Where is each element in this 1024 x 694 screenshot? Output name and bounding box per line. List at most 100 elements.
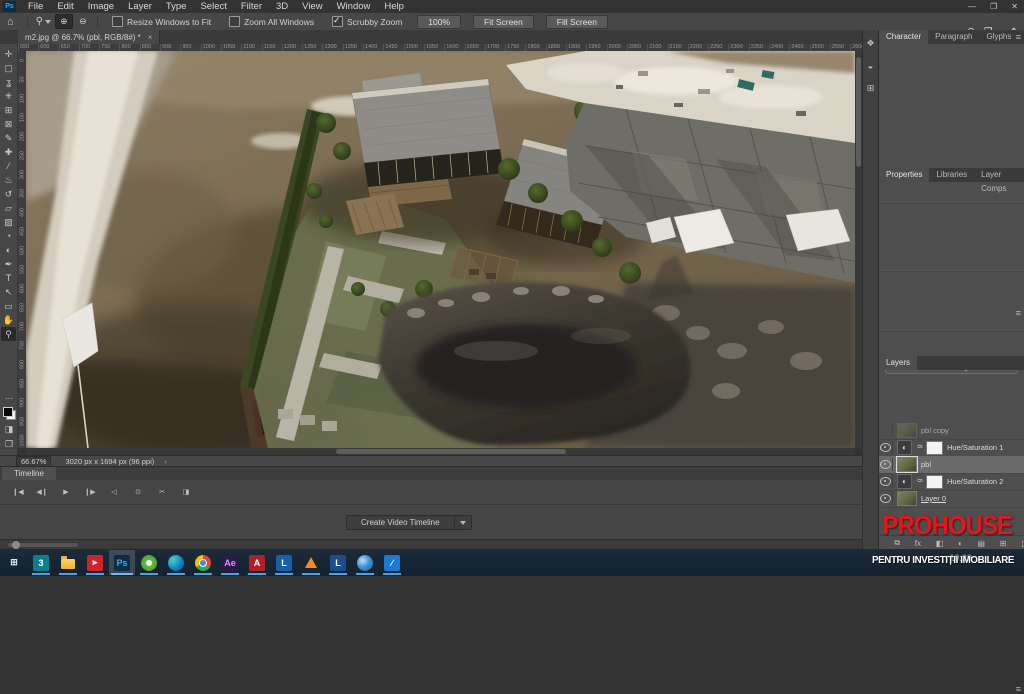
options-checkbox[interactable]: Resize Windows to Fit — [112, 16, 211, 27]
timeline-control-button[interactable]: ◁ — [104, 485, 124, 498]
minimize-button[interactable]: — — [968, 0, 976, 13]
timeline-control-button[interactable]: ◀❙ — [32, 485, 52, 498]
tab-libraries[interactable]: Libraries — [929, 168, 974, 182]
layer-name[interactable]: pbl copy — [921, 426, 949, 435]
taskbar-app[interactable]: Ae — [217, 550, 243, 575]
options-button[interactable]: 100% — [417, 15, 461, 29]
menu-item[interactable]: Window — [330, 0, 378, 13]
quick-mask-icon[interactable]: ◨ — [5, 424, 14, 435]
taskbar-app[interactable] — [352, 550, 378, 575]
zoom-tool-preset[interactable]: ⚲ — [33, 15, 54, 28]
tool-button[interactable]: ♨ — [1, 173, 16, 187]
tool-button[interactable]: ⊠ — [1, 117, 16, 131]
menu-item[interactable]: Type — [159, 0, 194, 13]
taskbar-app[interactable]: ▸ — [82, 550, 108, 575]
tool-button[interactable]: ⚲ — [1, 327, 16, 341]
tool-button[interactable]: ✛ — [1, 47, 16, 61]
layer-row[interactable]: pbl copy — [879, 422, 1024, 440]
layer-mask-thumbnail[interactable] — [926, 441, 943, 455]
tab-paragraph[interactable]: Paragraph — [928, 30, 979, 44]
tool-button[interactable]: ✳ — [1, 89, 16, 103]
panel-menu-icon[interactable]: ≡ — [1016, 308, 1021, 318]
foreground-color-swatch[interactable] — [3, 407, 13, 417]
dock-panel-icon[interactable]: ❖ — [866, 38, 874, 49]
tool-button[interactable]: ʓ — [1, 75, 16, 89]
tab-close-icon[interactable]: × — [148, 33, 153, 42]
options-checkbox[interactable]: Scrubby Zoom — [332, 16, 402, 27]
horizontal-scrollbar[interactable] — [26, 448, 855, 455]
taskbar-app[interactable]: ∕ — [379, 550, 405, 575]
visibility-toggle[interactable] — [879, 458, 893, 471]
tool-button[interactable]: T — [1, 271, 16, 285]
tool-button[interactable]: ↖ — [1, 285, 16, 299]
layer-thumbnail[interactable] — [897, 423, 917, 438]
create-video-timeline-button[interactable]: Create Video Timeline — [346, 515, 455, 530]
visibility-toggle[interactable] — [879, 441, 893, 454]
menu-item[interactable]: Select — [193, 0, 233, 13]
dock-panel-icon[interactable]: ◒ — [868, 61, 873, 71]
close-button[interactable]: ✕ — [1011, 0, 1018, 13]
tab-layers[interactable]: Layers — [879, 356, 917, 370]
timeline-control-button[interactable]: ❙◀ — [8, 485, 28, 498]
layer-mask-thumbnail[interactable] — [926, 475, 943, 489]
panel-menu-icon[interactable]: ≡ — [1016, 32, 1021, 42]
timeline-control-button[interactable]: ✂ — [152, 485, 172, 498]
tool-button[interactable]: ◐ — [1, 243, 16, 257]
tab-character[interactable]: Character — [879, 30, 928, 44]
edit-toolbar-icon[interactable]: ⋯ — [5, 394, 13, 403]
taskbar-app[interactable]: 3 — [28, 550, 54, 575]
taskbar-app[interactable] — [163, 550, 189, 575]
screen-mode-icon[interactable]: ❐ — [5, 439, 13, 450]
panel-menu-icon[interactable]: ≡ — [1016, 684, 1021, 694]
timeline-control-button[interactable]: ❙▶ — [80, 485, 100, 498]
status-menu-icon[interactable]: › — [164, 457, 167, 466]
menu-item[interactable]: Help — [377, 0, 411, 13]
visibility-toggle[interactable] — [879, 475, 893, 488]
menu-item[interactable]: Filter — [234, 0, 269, 13]
zoom-in-mode-button[interactable]: ⊕ — [55, 14, 73, 29]
taskbar-app[interactable]: ⊞ — [1, 550, 27, 575]
adjustment-layer-icon[interactable]: ◐ — [897, 440, 912, 455]
taskbar-app[interactable] — [136, 550, 162, 575]
layer-row[interactable]: ◐ 8 Hue/Saturation 2 — [879, 473, 1024, 491]
tool-button[interactable]: ↺ — [1, 187, 16, 201]
layer-thumbnail[interactable] — [897, 491, 917, 506]
options-button[interactable]: Fit Screen — [473, 15, 534, 29]
tool-button[interactable]: ▢ — [1, 61, 16, 75]
canvas-image[interactable] — [26, 51, 855, 448]
document-tab[interactable]: m2.jpg @ 66.7% (pbl, RGB/8#) * × — [18, 30, 160, 44]
tab-layer-comps[interactable]: Layer Comps — [974, 168, 1024, 182]
timeline-control-button[interactable]: ▶ — [56, 485, 76, 498]
menu-item[interactable]: Layer — [121, 0, 159, 13]
vertical-scrollbar[interactable] — [855, 51, 862, 448]
timeline-zoom-slider[interactable] — [8, 543, 78, 547]
menu-item[interactable]: File — [21, 0, 50, 13]
taskbar-app[interactable]: Ps — [109, 550, 135, 575]
dock-panel-icon[interactable]: ⊞ — [867, 83, 875, 94]
timeline-type-dropdown[interactable] — [455, 515, 472, 530]
tool-button[interactable]: ▨ — [1, 215, 16, 229]
layer-name[interactable]: Layer 0 — [921, 494, 946, 503]
tab-glyphs[interactable]: Glyphs — [979, 30, 1018, 44]
restore-button[interactable]: ❐ — [990, 0, 997, 13]
layer-row[interactable]: Layer 0 — [879, 490, 1024, 508]
timeline-control-button[interactable]: ◨ — [176, 485, 196, 498]
menu-item[interactable]: 3D — [269, 0, 295, 13]
taskbar-app[interactable]: A — [244, 550, 270, 575]
visibility-toggle[interactable] — [879, 492, 893, 505]
tool-button[interactable]: ✋ — [1, 313, 16, 327]
tool-button[interactable]: ◔ — [1, 229, 16, 243]
tool-button[interactable]: ✎ — [1, 131, 16, 145]
options-button[interactable]: Fill Screen — [546, 15, 608, 29]
tool-button[interactable]: ✚ — [1, 145, 16, 159]
layer-thumbnail[interactable] — [897, 457, 917, 472]
layer-name[interactable]: Hue/Saturation 1 — [947, 443, 1003, 452]
tab-properties[interactable]: Properties — [879, 168, 929, 182]
taskbar-app[interactable] — [298, 550, 324, 575]
layer-row-selected[interactable]: pbl — [879, 456, 1024, 474]
tool-button[interactable]: ✒ — [1, 257, 16, 271]
menu-item[interactable]: Image — [81, 0, 121, 13]
timeline-control-button[interactable]: ⊙ — [128, 485, 148, 498]
visibility-toggle[interactable] — [879, 424, 893, 437]
taskbar-app[interactable] — [55, 550, 81, 575]
